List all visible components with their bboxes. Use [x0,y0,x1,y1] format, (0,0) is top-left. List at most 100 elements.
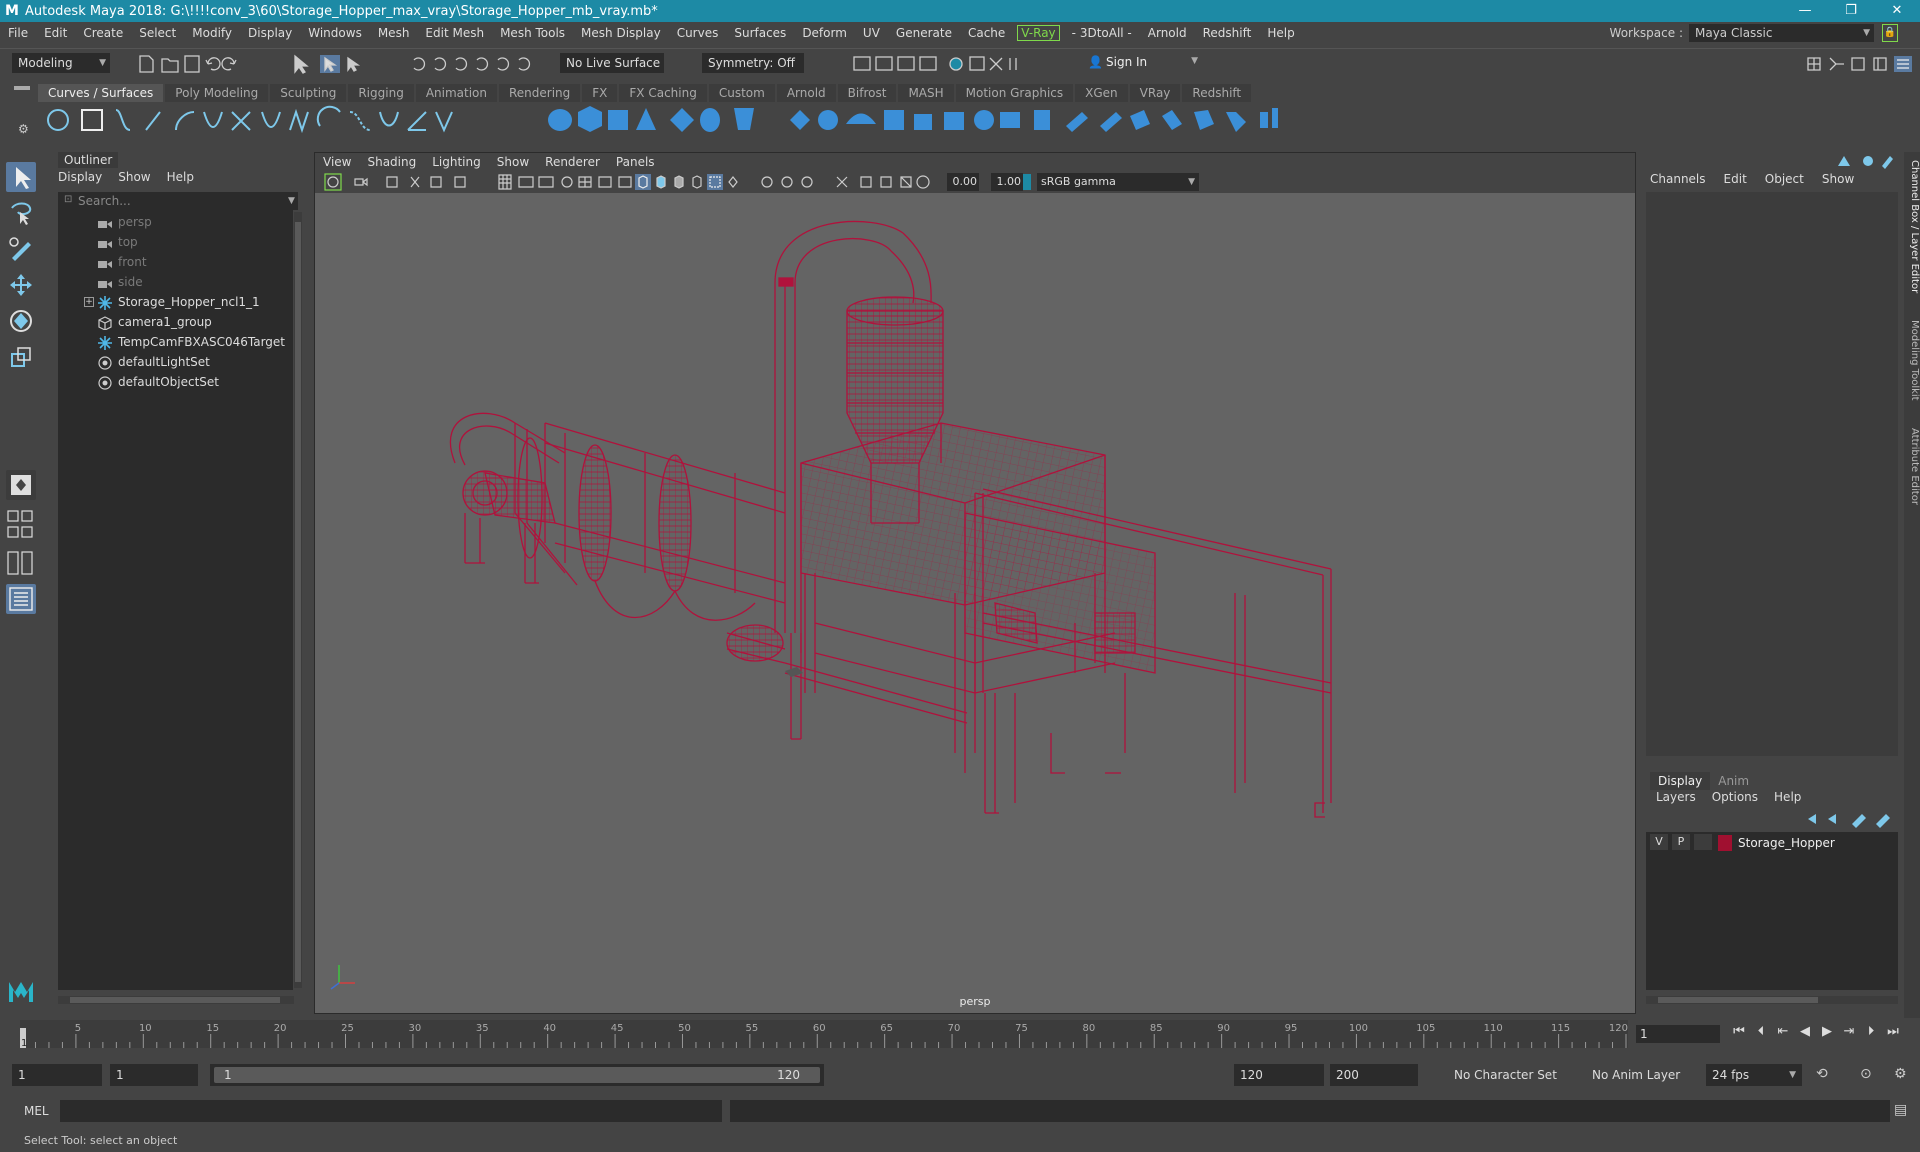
shelf-tab-animation[interactable]: Animation [415,84,497,102]
outliner-menu-show[interactable]: Show [118,170,150,184]
shelf-tab-sculpting[interactable]: Sculpting [270,84,347,102]
gamma-field[interactable]: 1.00 [991,173,1023,191]
tab-attribute-editor[interactable]: Attribute Editor [1904,428,1920,505]
menu-surfaces[interactable]: Surfaces [726,26,794,40]
viewport-panel[interactable]: View Shading Lighting Show Renderer Panels [314,152,1636,1014]
channel-box-menu-edit[interactable]: Edit [1724,172,1747,186]
shelf-tab-rigging[interactable]: Rigging [348,84,414,102]
viewport-menu-panels[interactable]: Panels [608,153,663,171]
outliner-menu-display[interactable]: Display [58,170,102,184]
time-ruler[interactable]: 5 10 15 20 25 30 35 40 45 50 55 60 65 70 75 80 85 90 95 100… [20,1020,1628,1049]
single-perspective-layout-button[interactable] [6,470,36,500]
viewport-menu-view[interactable]: View [315,153,359,171]
viewport-menu-lighting[interactable]: Lighting [424,153,489,171]
outliner-item[interactable]: TempCamFBXASC046Target [58,332,293,352]
outliner-search-input[interactable]: Search... [58,192,298,210]
fps-dropdown[interactable]: 24 fps ▼ [1706,1064,1802,1086]
layer-color-swatch[interactable] [1718,835,1732,851]
outliner-layout-button[interactable] [6,584,36,614]
range-slider-bar[interactable]: 1 120 [210,1064,824,1086]
shelf-tab-motion-graphics[interactable]: Motion Graphics [955,84,1074,102]
shelf-settings-icon[interactable]: ⚙ [18,122,29,136]
menu-3dtoall[interactable]: - 3DtoAll - [1064,26,1140,40]
outliner-item[interactable]: front [58,252,293,272]
auto-key-icon[interactable]: ⊙ [1860,1066,1872,1082]
menu-uv[interactable]: UV [855,26,888,40]
outliner-item[interactable]: persp [58,212,293,232]
menu-v-ray[interactable]: V-Ray [1017,25,1060,41]
lock-icon[interactable]: 🔒 [1882,24,1898,42]
outliner-item[interactable]: defaultLightSet [58,352,293,372]
menu-modify[interactable]: Modify [184,26,240,40]
shelf-menu-icon[interactable] [14,86,30,90]
channel-box-menu-show[interactable]: Show [1822,172,1854,186]
two-view-layout-button[interactable] [6,548,36,578]
outliner-item[interactable]: defaultObjectSet [58,372,293,392]
shelf-tab-fx[interactable]: FX [582,84,618,102]
loop-icon[interactable]: ⟲ [1816,1066,1828,1082]
menu-edit-mesh[interactable]: Edit Mesh [417,26,492,40]
menu-mesh-display[interactable]: Mesh Display [573,26,669,40]
viewport-menu-show[interactable]: Show [489,153,537,171]
outliner-item[interactable]: + Storage_Hopper_ncl1_1 [58,292,293,312]
menu-create[interactable]: Create [75,26,131,40]
shelf-tab-bifrost[interactable]: Bifrost [837,84,897,102]
anim-layer-dropdown[interactable]: No Anim Layer [1586,1064,1686,1086]
shelf-tab-arnold[interactable]: Arnold [776,84,836,102]
menu-windows[interactable]: Windows [300,26,370,40]
outliner-item[interactable]: top [58,232,293,252]
select-tool-button[interactable] [6,162,36,192]
menu-file[interactable]: File [0,26,36,40]
current-frame-field[interactable]: 1 [1636,1025,1720,1043]
layer-menu-options[interactable]: Options [1712,790,1758,804]
menu-display[interactable]: Display [240,26,300,40]
menu-generate[interactable]: Generate [888,26,960,40]
exposure-field[interactable]: 0.00 [947,173,979,191]
color-space-dropdown[interactable]: sRGB gamma ▼ [1037,173,1199,191]
expand-icon[interactable]: + [84,297,94,307]
maximize-button[interactable]: ❐ [1828,0,1874,22]
tab-modeling-toolkit[interactable]: Modeling Toolkit [1904,320,1920,401]
play-forwards-button[interactable]: ▶ [1816,1024,1838,1039]
animation-start-field[interactable]: 1 [12,1064,102,1086]
storage-hopper-wireframe[interactable] [315,193,1635,1013]
layer-menu-layers[interactable]: Layers [1656,790,1696,804]
play-backwards-button[interactable]: ◀ [1794,1024,1816,1039]
go-to-end-button[interactable]: ⏭ [1882,1024,1904,1039]
menu-arnold[interactable]: Arnold [1140,26,1195,40]
layer-tab-display[interactable]: Display [1650,772,1711,790]
step-forward-key-button[interactable]: ⇥ [1838,1024,1860,1039]
menu-curves[interactable]: Curves [669,26,727,40]
step-forward-frame-button[interactable]: ⏵ [1860,1024,1882,1039]
layer-row[interactable]: V P Storage_Hopper [1646,834,1898,852]
tab-channel-box-layer-editor[interactable]: Channel Box / Layer Editor [1904,160,1920,293]
outliner-horizontal-scrollbar[interactable] [58,996,294,1004]
shelf-tab-rendering[interactable]: Rendering [499,84,581,102]
scale-tool-button[interactable] [6,342,36,372]
viewport-menu-renderer[interactable]: Renderer [537,153,608,171]
lasso-tool-button[interactable] [6,198,36,228]
playback-end-field[interactable]: 120 [1234,1064,1324,1086]
shelf-tab-fx-caching[interactable]: FX Caching [619,84,707,102]
outliner-item[interactable]: camera1_group [58,312,293,332]
chevron-down-icon[interactable]: ▼ [288,196,295,206]
menu-edit[interactable]: Edit [36,26,75,40]
animation-preferences-icon[interactable]: ⚙ [1894,1066,1907,1082]
channel-box-menu-object[interactable]: Object [1765,172,1804,186]
mode-dropdown[interactable]: Modeling ▼ [12,53,110,73]
sign-in-button[interactable]: 👤 Sign In ▼ [1084,53,1200,73]
layer-playback-toggle[interactable]: P [1672,834,1690,850]
go-to-start-button[interactable]: ⏮ [1728,1024,1750,1039]
menu-help[interactable]: Help [1259,26,1302,40]
outliner-item[interactable]: side [58,272,293,292]
minimize-button[interactable]: — [1782,0,1828,22]
menu-mesh-tools[interactable]: Mesh Tools [492,26,573,40]
shelf-tab-xgen[interactable]: XGen [1075,84,1128,102]
paint-select-tool-button[interactable] [6,234,36,264]
layer-horizontal-scrollbar[interactable] [1646,996,1898,1004]
menu-redshift[interactable]: Redshift [1195,26,1260,40]
viewport-menu-shading[interactable]: Shading [359,153,424,171]
command-input[interactable] [60,1100,722,1122]
layer-visibility-toggle[interactable]: V [1650,834,1668,850]
outliner-vertical-scrollbar[interactable] [294,212,302,988]
